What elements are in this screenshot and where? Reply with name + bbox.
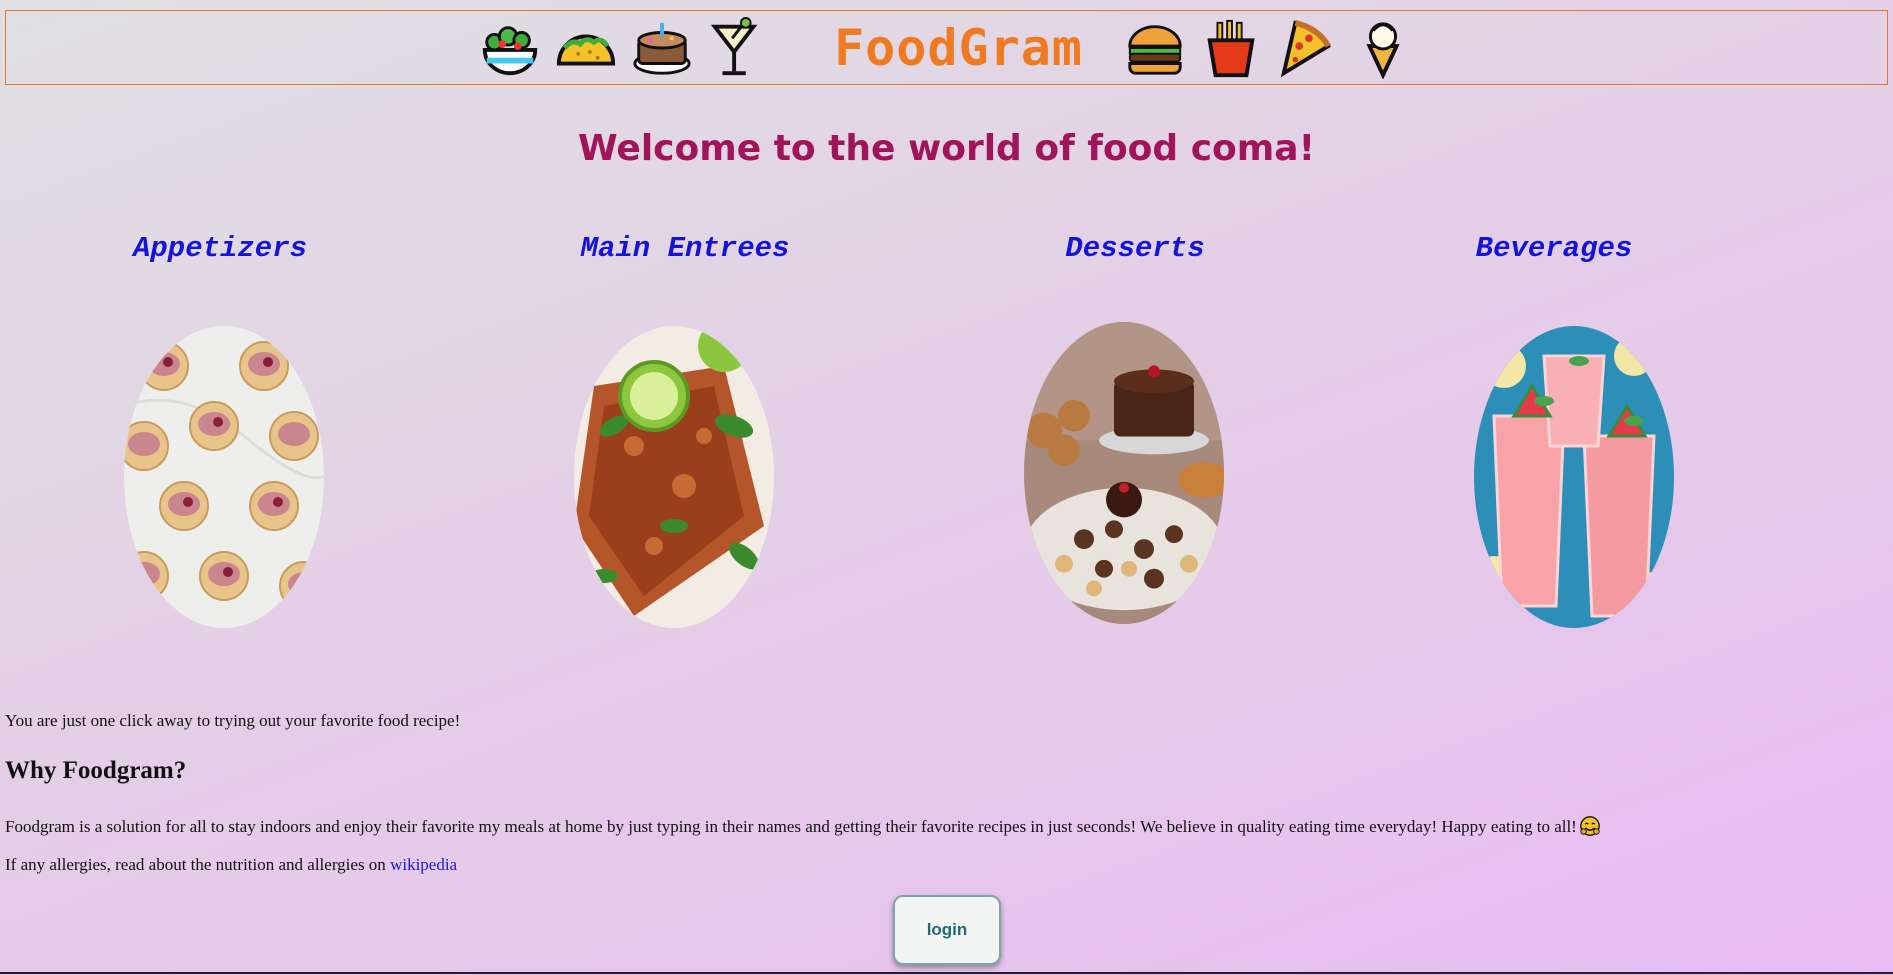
bottom-divider: [0, 972, 1893, 974]
pizza-icon: [1276, 17, 1338, 79]
description-body: Foodgram is a solution for all to stay i…: [5, 817, 1577, 836]
category-title-beverages[interactable]: Beverages: [1444, 232, 1664, 265]
category-title-appetizers[interactable]: Appetizers: [110, 232, 330, 265]
taco-icon: [555, 17, 617, 79]
site-title: FoodGram: [834, 18, 1083, 77]
burger-icon: [1124, 17, 1186, 79]
category-title-main-entrees[interactable]: Main Entrees: [560, 232, 810, 265]
category-title-desserts[interactable]: Desserts: [1030, 232, 1240, 265]
beverages-image[interactable]: [1474, 326, 1674, 628]
tagline-text: You are just one click away to trying ou…: [5, 711, 461, 730]
welcome-heading: Welcome to the world of food coma!: [577, 128, 1315, 169]
cocktail-icon: [707, 16, 769, 79]
header-banner: FoodGram: [5, 10, 1888, 85]
description-text: Foodgram is a solution for all to stay i…: [5, 815, 1601, 837]
hugging-face-icon: [1579, 815, 1601, 837]
fries-icon: [1200, 17, 1262, 79]
ice-cream-icon: [1352, 17, 1414, 80]
allergy-prefix: If any allergies, read about the nutriti…: [5, 855, 391, 874]
main-entrees-image[interactable]: [574, 326, 774, 628]
allergy-text: If any allergies, read about the nutriti…: [5, 855, 457, 875]
appetizers-image[interactable]: [124, 326, 324, 628]
salad-icon: [479, 17, 541, 79]
cake-icon: [631, 17, 693, 79]
login-button[interactable]: login: [893, 895, 1001, 965]
why-foodgram-heading: Why Foodgram?: [5, 757, 187, 784]
wikipedia-link[interactable]: wikipedia: [390, 855, 457, 874]
desserts-image[interactable]: [1024, 322, 1224, 624]
